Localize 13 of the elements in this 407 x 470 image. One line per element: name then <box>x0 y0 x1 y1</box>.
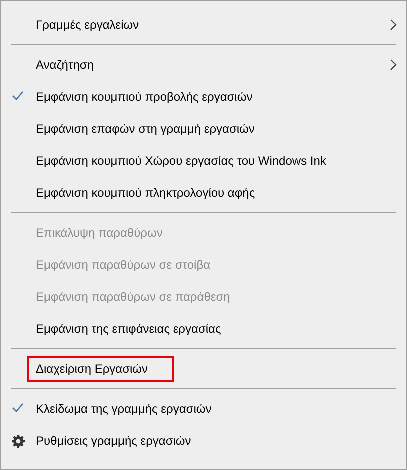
menu-item[interactable]: Γραμμές εργαλείων <box>27 12 166 38</box>
menu-item[interactable]: Εμφάνιση κουμπιού πληκτρολογίου αφής <box>27 180 282 206</box>
menu-item[interactable]: Διαχείριση Εργασιών <box>27 356 174 382</box>
menu-item[interactable]: Εμφάνιση κουμπιού προβολής εργασιών <box>27 84 279 110</box>
menu-item[interactable]: Κλείδωμα της γραμμής εργασιών <box>27 396 238 422</box>
gear-icon <box>12 435 25 448</box>
menu-item[interactable]: Ρυθμίσεις γραμμής εργασιών <box>27 428 218 454</box>
menu-item[interactable]: Εμφάνιση της επιφάνειας εργασίας <box>27 316 248 342</box>
chevron-right-icon <box>390 59 397 71</box>
chevron-right-icon <box>390 19 397 31</box>
menu-item[interactable]: Εμφάνιση κουμπιού Χώρου εργασίας του Windows Ink <box>27 148 352 174</box>
menu-item[interactable]: Αναζήτηση <box>27 52 120 78</box>
menu-item[interactable]: Εμφάνιση επαφών στη γραμμή εργασιών <box>27 116 281 142</box>
